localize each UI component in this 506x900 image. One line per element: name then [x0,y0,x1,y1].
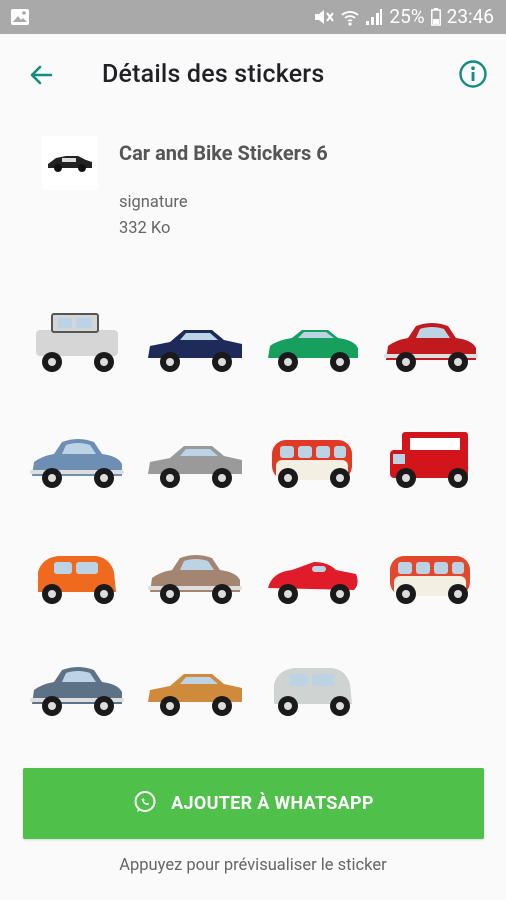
clock: 23:46 [446,5,494,28]
page-title: Détails des stickers [102,60,325,89]
sticker[interactable] [140,406,250,516]
pack-thumbnail [42,136,98,190]
pack-size: 332 Ko [119,219,171,238]
sticker[interactable] [258,634,368,744]
add-to-whatsapp-button[interactable]: AJOUTER À WHATSAPP [23,768,484,839]
back-arrow-icon[interactable] [26,60,56,90]
sticker[interactable] [376,522,486,632]
sticker[interactable] [22,406,132,516]
app-bar: Détails des stickers [0,34,506,116]
sticker[interactable] [140,522,250,632]
info-icon[interactable] [458,59,488,89]
signal-icon [365,8,383,26]
sticker[interactable] [140,634,250,744]
preview-hint: Appuyez pour prévisualiser le sticker [119,856,387,875]
sticker[interactable] [22,290,132,400]
battery-percent: 25% [389,5,425,28]
sticker[interactable] [376,406,486,516]
mute-icon [313,7,335,27]
sticker[interactable] [258,522,368,632]
wifi-icon [341,7,359,27]
status-bar: 25% 23:46 [0,0,506,34]
sticker[interactable] [258,406,368,516]
pack-author: signature [119,193,188,212]
whatsapp-icon [133,790,157,818]
sticker[interactable] [140,290,250,400]
image-icon [10,8,30,30]
battery-icon [430,7,441,26]
sticker[interactable] [22,634,132,744]
pack-name: Car and Bike Stickers 6 [119,141,328,165]
sticker[interactable] [22,522,132,632]
sticker[interactable] [376,290,486,400]
sticker[interactable] [258,290,368,400]
add-to-whatsapp-label: AJOUTER À WHATSAPP [171,793,374,814]
